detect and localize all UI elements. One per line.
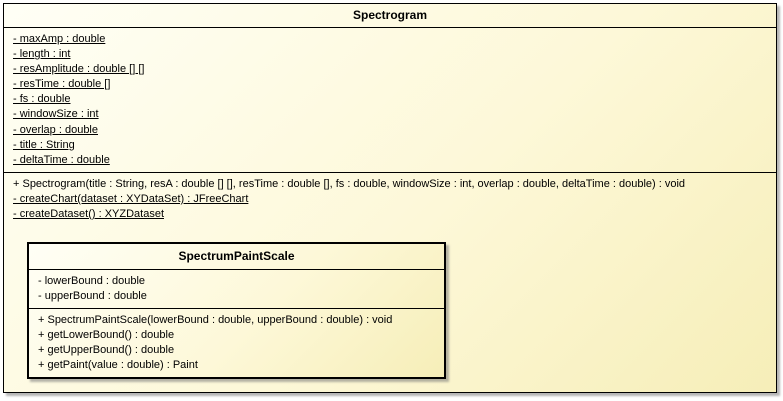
attribute-row: - lowerBound : double bbox=[38, 275, 146, 287]
operation-row: + SpectrumPaintScale(lowerBound : double… bbox=[38, 314, 393, 327]
attributes-section: - lowerBound : double - upperBound : dou… bbox=[29, 270, 444, 310]
class-title: SpectrumPaintScale bbox=[29, 244, 444, 270]
attribute-row: - fs : double bbox=[13, 93, 71, 106]
spectrum-paint-scale-class[interactable]: SpectrumPaintScale - lowerBound : double… bbox=[27, 242, 446, 379]
operation-row: - createChart(dataset : XYDataSet) : JFr… bbox=[13, 192, 249, 205]
attribute-row: - length : int bbox=[13, 48, 71, 61]
operations-section: + Spectrogram(title : String, resA : dou… bbox=[4, 173, 776, 226]
attribute-row: - overlap : double bbox=[13, 123, 98, 136]
class-title: Spectrogram bbox=[4, 4, 776, 28]
attribute-row: - maxAmp : double bbox=[13, 33, 106, 45]
attributes-section: - maxAmp : double - length : int - resAm… bbox=[4, 28, 776, 173]
operation-row: + getUpperBound() : double bbox=[38, 344, 175, 357]
operation-row: - createDataset() : XYZDataset bbox=[13, 208, 164, 221]
operation-row: + getPaint(value : double) : Paint bbox=[38, 359, 198, 372]
attribute-row: - deltaTime : double bbox=[13, 153, 110, 166]
attribute-row: - title : String bbox=[13, 138, 75, 151]
operations-section: + SpectrumPaintScale(lowerBound : double… bbox=[29, 309, 444, 377]
attribute-row: - resTime : double [] bbox=[13, 78, 111, 91]
attribute-row: - upperBound : double bbox=[38, 290, 147, 303]
attribute-row: - resAmplitude : double [] [] bbox=[13, 63, 145, 76]
operation-row: + getLowerBound() : double bbox=[38, 329, 175, 342]
attribute-row: - windowSize : int bbox=[13, 108, 99, 121]
operation-row: + Spectrogram(title : String, resA : dou… bbox=[13, 177, 686, 190]
